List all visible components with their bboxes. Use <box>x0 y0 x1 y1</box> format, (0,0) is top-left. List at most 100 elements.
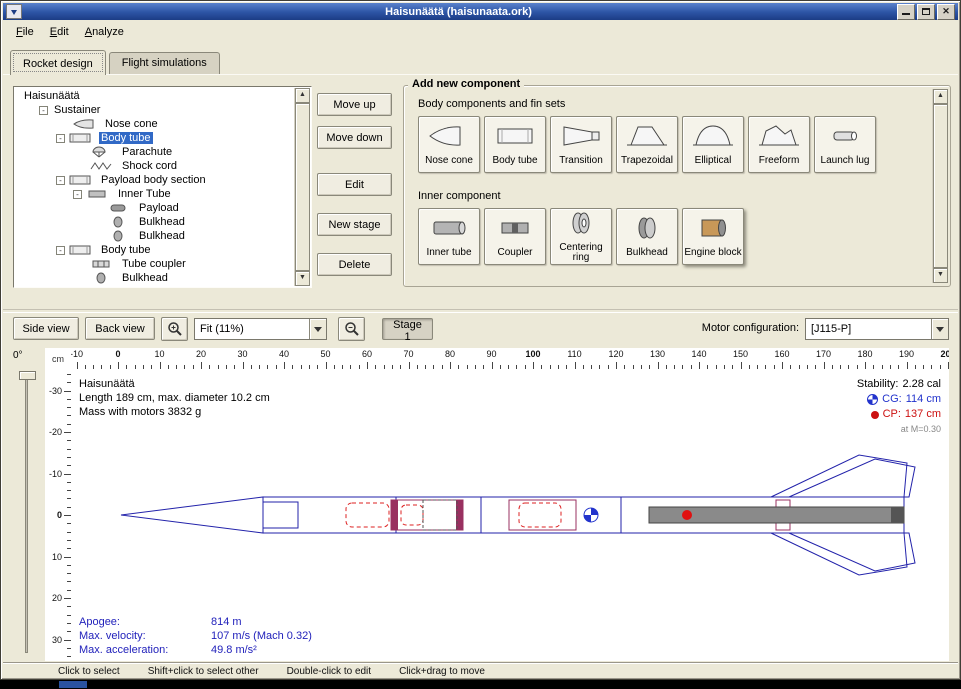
move-down-button[interactable]: Move down <box>317 126 392 149</box>
scroll-down-button[interactable]: ▼ <box>933 268 948 283</box>
ruler-label: 30 <box>52 635 62 645</box>
tree-item-bulkhead[interactable]: Bulkhead <box>16 215 294 229</box>
ruler-tick <box>367 362 368 369</box>
ruler-label: 10 <box>154 349 164 359</box>
add-trapezoidal-button[interactable]: Trapezoidal <box>616 116 678 173</box>
tree-item-parachute[interactable]: Parachute <box>16 145 294 159</box>
tree-expander-icon[interactable]: - <box>56 246 65 255</box>
bulkhead-front-shape[interactable] <box>391 500 398 530</box>
coupler-icon <box>493 215 537 246</box>
tree-item-sustainer[interactable]: -Sustainer <box>16 103 294 117</box>
tree-item-haisun-t[interactable]: Haisunäätä <box>16 89 294 103</box>
add-centering-ring-button[interactable]: Centering ring <box>550 208 612 265</box>
fin-lower-back[interactable] <box>789 533 915 571</box>
component-panel-scrollbar[interactable]: ▲ ▼ <box>932 89 948 283</box>
tree-item-body-tube[interactable]: -Body tube <box>16 131 294 145</box>
add-engine-block-button[interactable]: Engine block <box>682 208 744 265</box>
minimize-button[interactable] <box>897 4 915 20</box>
title-bar[interactable]: Haisunäätä (haisunaata.ork) ✕ <box>3 3 958 20</box>
tree-expander-icon[interactable]: - <box>56 176 65 185</box>
menu-file[interactable]: File <box>9 24 41 40</box>
tree-item-nose-cone[interactable]: Nose cone <box>16 117 294 131</box>
tree-vertical-scrollbar[interactable]: ▲ ▼ <box>294 88 310 286</box>
motor-configuration-select[interactable]: [J115-P] <box>805 318 949 340</box>
maximize-button[interactable] <box>917 4 935 20</box>
ruler-tick <box>616 362 617 369</box>
tree-expander-icon[interactable]: - <box>56 134 65 143</box>
side-view-button[interactable]: Side view <box>13 317 79 340</box>
scrollbar-thumb[interactable] <box>933 104 948 268</box>
nose-cone-shape[interactable] <box>121 497 263 533</box>
cg-marker <box>584 508 598 522</box>
add-body-tube-button[interactable]: Body tube <box>484 116 546 173</box>
tree-item-payload-body-section[interactable]: -Payload body section <box>16 173 294 187</box>
add-transition-button[interactable]: Transition <box>550 116 612 173</box>
tree-item-body-tube[interactable]: -Body tube <box>16 243 294 257</box>
add-launch-lug-button[interactable]: Launch lug <box>814 116 876 173</box>
scroll-down-button[interactable]: ▼ <box>295 271 310 286</box>
tree-item-label: Bulkhead <box>137 230 187 242</box>
scroll-up-button[interactable]: ▲ <box>295 88 310 103</box>
add-nose-cone-button[interactable]: Nose cone <box>418 116 480 173</box>
tree-expander-icon[interactable]: - <box>39 106 48 115</box>
add-elliptical-button[interactable]: Elliptical <box>682 116 744 173</box>
mach-note: at M=0.30 <box>901 422 941 437</box>
zoom-level-select[interactable]: Fit (11%) <box>194 318 327 340</box>
tree-item-label: Tube coupler <box>120 258 188 270</box>
zoom-in-button[interactable] <box>161 317 188 341</box>
parachute-shape[interactable] <box>346 503 389 527</box>
tree-item-shock-cord[interactable]: Shock cord <box>16 159 294 173</box>
new-stage-button[interactable]: New stage <box>317 213 392 236</box>
fin-upper-back[interactable] <box>789 459 915 497</box>
add-bulkhead-button[interactable]: Bulkhead <box>616 208 678 265</box>
ruler-tick <box>64 391 71 392</box>
tree-item-payload[interactable]: Payload <box>16 201 294 215</box>
component-button-label: Centering ring <box>551 243 611 263</box>
scrollbar-thumb[interactable] <box>295 103 310 271</box>
add-freeform-button[interactable]: Freeform <box>748 116 810 173</box>
vertical-ruler[interactable]: -30-20-100102030 <box>45 369 71 661</box>
add-inner-tube-button[interactable]: Inner tube <box>418 208 480 265</box>
taskbar-item[interactable] <box>59 681 87 688</box>
tab-rocket-design[interactable]: Rocket design <box>10 50 106 75</box>
rotation-slider-handle[interactable] <box>19 371 36 380</box>
edit-button[interactable]: Edit <box>317 173 392 196</box>
delete-button[interactable]: Delete <box>317 253 392 276</box>
ruler-label: 130 <box>650 349 665 359</box>
payload-shape[interactable] <box>401 505 423 525</box>
ruler-tick <box>118 362 119 369</box>
tree-item-inner-tube[interactable]: - Inner Tube <box>16 187 294 201</box>
horizontal-ruler[interactable]: -100102030405060708090100110120130140150… <box>71 348 949 369</box>
component-row-0: Nose coneBody tubeTransitionTrapezoidalE… <box>418 116 876 173</box>
rotation-slider[interactable] <box>19 371 34 653</box>
payload-inner-tube-shape[interactable] <box>391 500 463 530</box>
tree-item-tube-coupler[interactable]: Tube coupler <box>16 257 294 271</box>
inner-tube-icon <box>86 188 112 200</box>
ruler-unit: cm <box>52 354 64 364</box>
chevron-down-icon <box>931 319 948 339</box>
tree-item-bulkhead[interactable]: Bulkhead <box>16 271 294 285</box>
zoom-out-button[interactable] <box>338 317 365 341</box>
ruler-tick <box>64 432 71 433</box>
ruler-tick <box>492 362 493 369</box>
close-button[interactable]: ✕ <box>937 4 955 20</box>
split-divider[interactable] <box>3 309 958 313</box>
move-up-button[interactable]: Move up <box>317 93 392 116</box>
scroll-up-button[interactable]: ▲ <box>933 89 948 104</box>
menu-analyze[interactable]: Analyze <box>78 24 131 40</box>
add-coupler-button[interactable]: Coupler <box>484 208 546 265</box>
back-view-button[interactable]: Back view <box>85 317 155 340</box>
menu-edit[interactable]: Edit <box>43 24 76 40</box>
tree-item-bulkhead[interactable]: Bulkhead <box>16 229 294 243</box>
rocket-view-canvas[interactable]: Haisunäätä Length 189 cm, max. diameter … <box>71 369 949 661</box>
tree-item-label: Inner Tube <box>116 188 173 200</box>
component-button-label: Inner tube <box>426 248 471 258</box>
bulkhead-back-shape[interactable] <box>456 500 463 530</box>
parachute2-shape[interactable] <box>519 503 561 527</box>
window-icon[interactable] <box>6 4 22 19</box>
stage-1-toggle[interactable]: Stage 1 <box>382 318 433 340</box>
tree-expander-icon[interactable]: - <box>73 190 82 199</box>
inner-tube-dashed-shape[interactable] <box>423 500 457 530</box>
ruler-unit-label: cm <box>45 348 71 369</box>
tab-flight-simulations[interactable]: Flight simulations <box>109 52 220 74</box>
